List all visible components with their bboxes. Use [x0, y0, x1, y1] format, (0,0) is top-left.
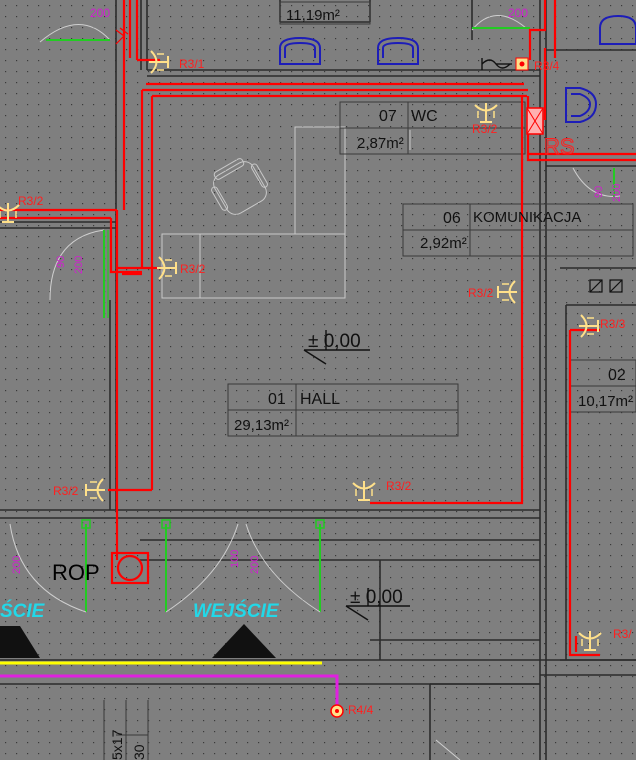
level-label-hall: ± 0,00	[308, 331, 361, 352]
room-area-top: 11,19m²	[286, 7, 340, 24]
sensor-label-r3-2-desk: R3/2	[180, 262, 206, 276]
rop-label: ROP	[52, 560, 100, 585]
dimension-label-200-entry-center: 200	[249, 556, 261, 574]
dimension-label-5x17: 5x17	[109, 729, 125, 760]
dimension-label-200-top-left: 200	[90, 6, 110, 20]
junction-box	[526, 107, 544, 135]
rs-label: RS	[544, 134, 575, 159]
room02-number: 02	[608, 367, 626, 384]
entrance-label-left: ŚCIE	[0, 600, 46, 622]
sensor-label-r3-1: R3/1	[179, 57, 205, 71]
sensor-label-r3-2-wc: R3/2	[472, 122, 498, 136]
wc-room-number: 07	[379, 108, 397, 125]
dimension-label-90-left: 90	[55, 256, 67, 268]
komunikacja-room-name: KOMUNIKACJA	[473, 209, 581, 226]
dimension-label-200-right: 200	[611, 184, 623, 202]
komunikacja-room-number: 06	[443, 210, 461, 227]
dimension-label-30: 30	[131, 744, 147, 760]
sensor-label-r4-4: R4/4	[348, 703, 374, 717]
dimension-label-200-left: 200	[73, 256, 85, 274]
dimension-label-100-entry: 100	[229, 550, 241, 568]
hall-room-name: HALL	[300, 391, 340, 408]
sensor-label-r3-2-left: R3/2	[18, 194, 44, 208]
dimension-label-200-entry-left: 200	[11, 556, 23, 574]
floor-plan-canvas: ROP 11,19m² 07 WC 2,87m² 06 KOMUNIKACJA …	[0, 0, 636, 760]
wc-room-area: 2,87m²	[357, 135, 404, 152]
entrance-label-center: WEJŚCIE	[193, 600, 280, 622]
sensor-label-r3-3: R3/3	[600, 317, 626, 331]
sensor-label-r3-2-entry: R3/2	[53, 484, 79, 498]
room02-area: 10,17m²	[578, 393, 633, 410]
hall-room-area: 29,13m²	[234, 417, 289, 434]
sensor-label-r3-2-hall: R3/2	[386, 479, 412, 493]
komunikacja-room-area: 2,92m²	[420, 235, 467, 252]
sensor-square-icon	[515, 57, 529, 71]
dimension-label-200-top-right: 200	[508, 6, 528, 20]
sensor-label-r3-4: R3/4	[534, 59, 560, 73]
sensor-label-r3-2-corridor: R3/2	[468, 286, 494, 300]
hall-room-number: 01	[268, 391, 286, 408]
sensor-label-r3-partial: R3/	[613, 627, 632, 641]
wc-room-name: WC	[411, 108, 438, 125]
dimension-label-90-right: 90	[593, 186, 605, 198]
r4-sensor-icon	[330, 704, 344, 718]
level-label-entrance: ± 0,00	[350, 587, 403, 608]
